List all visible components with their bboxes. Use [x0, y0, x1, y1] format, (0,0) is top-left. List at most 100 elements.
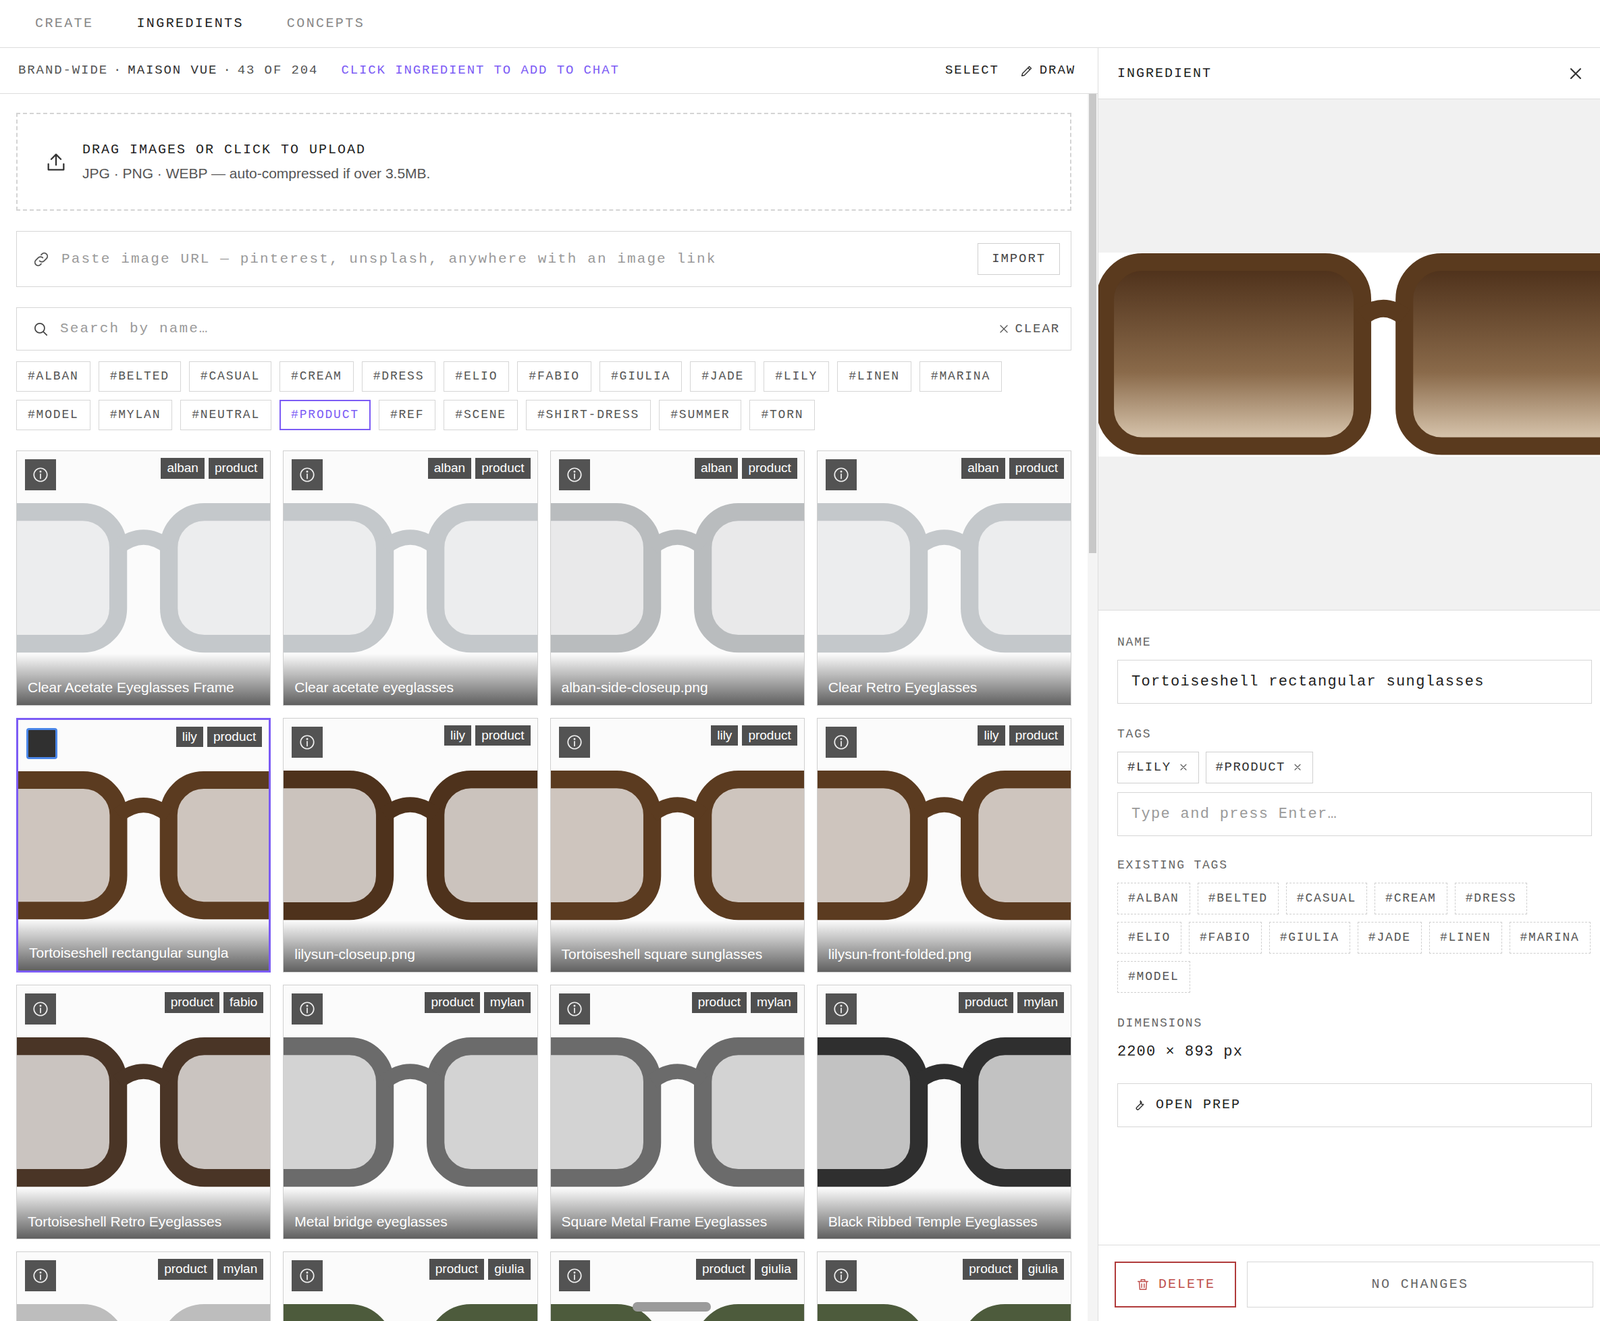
ingredient-card[interactable]: albanproductalban-side-closeup.png: [550, 450, 805, 705]
card-tag: product: [958, 991, 1014, 1013]
library-scroll-area: DRAG IMAGES OR CLICK TO UPLOADJPG · PNG …: [0, 93, 1098, 1321]
info-button[interactable]: [24, 459, 57, 491]
ingredient-card[interactable]: productfabioTortoiseshell Retro Eyeglass…: [16, 984, 271, 1239]
tag-filter[interactable]: #LINEN: [837, 361, 912, 392]
tag-filter[interactable]: #REF: [378, 399, 436, 431]
existing-tag[interactable]: #GIULIA: [1269, 921, 1351, 954]
name-input[interactable]: [1117, 659, 1592, 704]
import-button[interactable]: IMPORT: [977, 243, 1060, 275]
info-button[interactable]: [24, 1259, 57, 1291]
tag-filter[interactable]: #NEUTRAL: [180, 399, 272, 431]
open-prep-button[interactable]: OPEN PREP: [1117, 1082, 1592, 1127]
tag-filter[interactable]: #MYLAN: [98, 399, 173, 431]
tag-filter[interactable]: #MODEL: [16, 399, 91, 431]
tag-input[interactable]: [1117, 791, 1592, 836]
info-button[interactable]: [558, 726, 591, 758]
ingredient-card[interactable]: albanproductClear Acetate Eyeglasses Fra…: [16, 450, 271, 705]
nav-tab[interactable]: CREATE: [13, 13, 115, 34]
delete-button[interactable]: DELETE: [1114, 1261, 1237, 1308]
info-button[interactable]: [558, 993, 591, 1025]
info-button[interactable]: [291, 726, 323, 758]
ingredient-card[interactable]: albanproductClear Retro Eyeglasses: [816, 450, 1072, 705]
ingredient-card[interactable]: productmylanMetal bridge eyeglasses: [282, 984, 538, 1239]
existing-tag[interactable]: #ALBAN: [1117, 882, 1191, 915]
upload-dropzone[interactable]: DRAG IMAGES OR CLICK TO UPLOADJPG · PNG …: [16, 112, 1072, 211]
select-button[interactable]: SELECT: [945, 60, 1000, 81]
clear-button[interactable]: CLEAR: [997, 319, 1060, 339]
existing-tag[interactable]: #ELIO: [1117, 921, 1182, 954]
tag-filter[interactable]: #CASUAL: [189, 361, 272, 392]
existing-tag[interactable]: #CASUAL: [1286, 882, 1368, 915]
drag-handle[interactable]: [632, 1301, 711, 1312]
info-button[interactable]: [825, 993, 857, 1025]
card-tags: albanproduct: [160, 457, 264, 479]
info-button[interactable]: [825, 1259, 857, 1291]
info-button[interactable]: [24, 993, 57, 1025]
ingredient-card[interactable]: lilyproductTortoiseshell rectangular sun…: [16, 717, 271, 973]
ingredient-card[interactable]: productmylanBlack Ribbed Temple Eyeglass…: [816, 984, 1072, 1239]
ingredient-card[interactable]: productmylan: [16, 1250, 271, 1321]
scrollbar-thumb[interactable]: [1088, 93, 1097, 553]
tag-filter[interactable]: #TORN: [749, 399, 815, 431]
nav-tab[interactable]: INGREDIENTS: [114, 13, 265, 34]
tag-filter[interactable]: #DRESS: [361, 361, 437, 392]
info-button[interactable]: [291, 993, 323, 1025]
tag-filter[interactable]: #PRODUCT: [279, 399, 371, 431]
ingredient-card[interactable]: productmylanSquare Metal Frame Eyeglasse…: [550, 984, 805, 1239]
info-button[interactable]: [291, 459, 323, 491]
ingredient-card[interactable]: albanproductClear acetate eyeglasses: [282, 450, 538, 705]
tag-filter[interactable]: #GIULIA: [599, 361, 682, 392]
card-name: Square Metal Frame Eyeglasses: [550, 1187, 805, 1239]
existing-tag[interactable]: #JADE: [1357, 921, 1422, 954]
remove-tag-button[interactable]: [1178, 761, 1189, 773]
close-icon: [1178, 761, 1189, 773]
existing-tag[interactable]: #MARINA: [1509, 921, 1591, 954]
card-tags: lilyproduct: [176, 726, 263, 748]
tag-filter[interactable]: #JADE: [689, 361, 756, 392]
card-tag: product: [1009, 725, 1064, 746]
card-tag: product: [157, 1258, 213, 1280]
tags-section: TAGS#LILY#PRODUCT: [1117, 725, 1592, 836]
url-input[interactable]: [60, 247, 969, 271]
close-button[interactable]: [1566, 64, 1586, 84]
draw-button[interactable]: DRAW: [1019, 60, 1076, 81]
nav-tab[interactable]: CONCEPTS: [265, 13, 387, 34]
tag-filter[interactable]: #SHIRT-DRESS: [525, 399, 651, 431]
tag-filter[interactable]: #MARINA: [919, 361, 1002, 392]
tag-filter[interactable]: #FABIO: [517, 361, 592, 392]
existing-tag[interactable]: #DRESS: [1454, 882, 1528, 915]
ingredient-card[interactable]: lilyproductTortoiseshell square sunglass…: [550, 717, 805, 973]
tag-filter[interactable]: #BELTED: [98, 361, 181, 392]
remove-tag-button[interactable]: [1292, 761, 1303, 773]
info-button[interactable]: [825, 726, 857, 758]
tag-filter[interactable]: #SUMMER: [658, 399, 742, 431]
save-button: NO CHANGES: [1246, 1261, 1594, 1308]
ingredient-card[interactable]: productgiulia: [282, 1250, 538, 1321]
existing-tag[interactable]: #LINEN: [1429, 921, 1503, 954]
info-button[interactable]: [558, 1259, 591, 1291]
tag-filter[interactable]: #ELIO: [443, 361, 510, 392]
search-field: CLEAR: [16, 307, 1072, 351]
info-button[interactable]: [558, 459, 591, 491]
scrollbar[interactable]: [1087, 93, 1098, 1321]
ingredient-card[interactable]: productgiulia: [816, 1250, 1072, 1321]
existing-tag[interactable]: #FABIO: [1188, 921, 1262, 954]
select-checkbox[interactable]: [26, 727, 58, 759]
tag-filter[interactable]: #CREAM: [279, 361, 354, 392]
info-button[interactable]: [825, 459, 857, 491]
upload-subtitle: JPG · PNG · WEBP — auto-compressed if ov…: [82, 162, 431, 185]
ingredient-card[interactable]: lilyproductlilysun-closeup.png: [282, 717, 538, 973]
tag-filter[interactable]: #ALBAN: [16, 361, 91, 392]
tag-filter[interactable]: #LILY: [763, 361, 830, 392]
existing-tag[interactable]: #CREAM: [1374, 882, 1448, 915]
save-label: NO CHANGES: [1371, 1275, 1469, 1292]
existing-tag[interactable]: #BELTED: [1197, 882, 1279, 915]
info-button[interactable]: [291, 1259, 323, 1291]
search-input[interactable]: [58, 317, 988, 341]
ingredient-card[interactable]: lilyproductlilysun-front-folded.png: [816, 717, 1072, 973]
existing-tag[interactable]: #MODEL: [1117, 960, 1191, 993]
tag-filter[interactable]: #SCENE: [443, 399, 518, 431]
info-icon: [565, 999, 584, 1018]
ingredient-grid: albanproductClear Acetate Eyeglasses Fra…: [16, 450, 1072, 1321]
card-tag: mylan: [217, 1258, 264, 1280]
